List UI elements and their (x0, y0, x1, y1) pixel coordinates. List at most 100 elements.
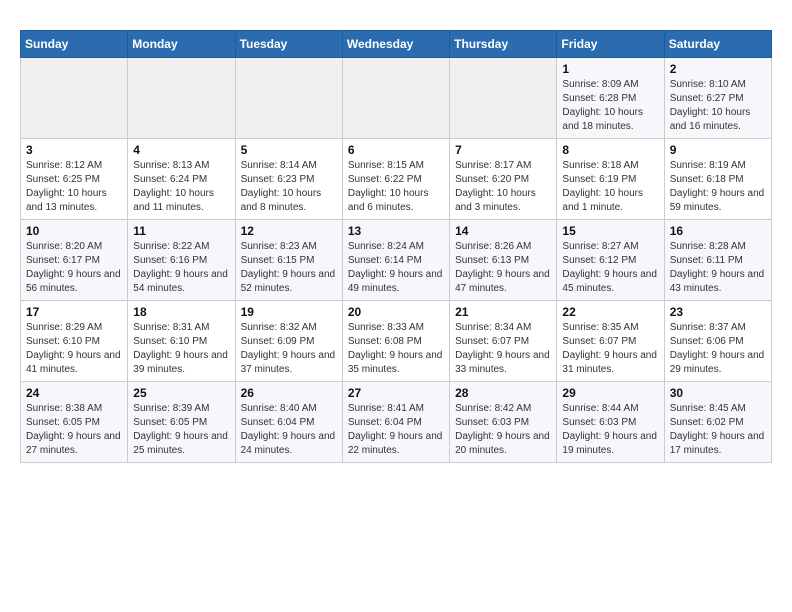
day-number: 8 (562, 143, 658, 157)
day-number: 15 (562, 224, 658, 238)
day-info: Sunrise: 8:42 AM Sunset: 6:03 PM Dayligh… (455, 402, 551, 458)
day-info: Sunrise: 8:19 AM Sunset: 6:18 PM Dayligh… (670, 159, 766, 215)
calendar-cell: 11 Sunrise: 8:22 AM Sunset: 6:16 PM Dayli… (128, 220, 235, 301)
calendar-cell: 7 Sunrise: 8:17 AM Sunset: 6:20 PM Daylig… (450, 139, 557, 220)
calendar-cell: 21 Sunrise: 8:34 AM Sunset: 6:07 PM Dayli… (450, 301, 557, 382)
day-number: 21 (455, 305, 551, 319)
day-info: Sunrise: 8:37 AM Sunset: 6:06 PM Dayligh… (670, 321, 766, 377)
day-info: Sunrise: 8:39 AM Sunset: 6:05 PM Dayligh… (133, 402, 229, 458)
day-number: 4 (133, 143, 229, 157)
day-number: 11 (133, 224, 229, 238)
calendar-cell: 16Sunrise: 8:28 AM Sunset: 6:11 PM Dayli… (664, 220, 771, 301)
weekday-header-saturday: Saturday (664, 31, 771, 58)
calendar-cell (128, 58, 235, 139)
calendar-cell: 18 Sunrise: 8:31 AM Sunset: 6:10 PM Dayli… (128, 301, 235, 382)
day-info: Sunrise: 8:23 AM Sunset: 6:15 PM Dayligh… (241, 240, 337, 296)
day-number: 18 (133, 305, 229, 319)
day-number: 27 (348, 386, 444, 400)
day-info: Sunrise: 8:31 AM Sunset: 6:10 PM Dayligh… (133, 321, 229, 377)
day-number: 25 (133, 386, 229, 400)
calendar-cell (21, 58, 128, 139)
calendar-table: SundayMondayTuesdayWednesdayThursdayFrid… (20, 30, 772, 463)
calendar-cell: 24 Sunrise: 8:38 AM Sunset: 6:05 PM Dayli… (21, 382, 128, 463)
calendar-cell: 5Sunrise: 8:14 AM Sunset: 6:23 PM Daylig… (235, 139, 342, 220)
day-number: 20 (348, 305, 444, 319)
day-number: 12 (241, 224, 337, 238)
calendar-cell: 2Sunrise: 8:10 AM Sunset: 6:27 PM Daylig… (664, 58, 771, 139)
day-info: Sunrise: 8:41 AM Sunset: 6:04 PM Dayligh… (348, 402, 444, 458)
week-row-4: 17 Sunrise: 8:29 AM Sunset: 6:10 PM Dayli… (21, 301, 772, 382)
calendar-cell (235, 58, 342, 139)
day-number: 24 (26, 386, 122, 400)
day-info: Sunrise: 8:09 AM Sunset: 6:28 PM Dayligh… (562, 78, 658, 134)
calendar-cell: 3 Sunrise: 8:12 AM Sunset: 6:25 PM Daylig… (21, 139, 128, 220)
weekday-header-thursday: Thursday (450, 31, 557, 58)
calendar-cell: 10 Sunrise: 8:20 AM Sunset: 6:17 PM Dayli… (21, 220, 128, 301)
calendar-cell: 1 Sunrise: 8:09 AM Sunset: 6:28 PM Daylig… (557, 58, 664, 139)
day-info: Sunrise: 8:38 AM Sunset: 6:05 PM Dayligh… (26, 402, 122, 458)
day-info: Sunrise: 8:20 AM Sunset: 6:17 PM Dayligh… (26, 240, 122, 296)
calendar-cell: 25 Sunrise: 8:39 AM Sunset: 6:05 PM Dayli… (128, 382, 235, 463)
calendar-cell: 8 Sunrise: 8:18 AM Sunset: 6:19 PM Daylig… (557, 139, 664, 220)
day-info: Sunrise: 8:18 AM Sunset: 6:19 PM Dayligh… (562, 159, 658, 215)
day-info: Sunrise: 8:14 AM Sunset: 6:23 PM Dayligh… (241, 159, 337, 215)
calendar-cell: 28 Sunrise: 8:42 AM Sunset: 6:03 PM Dayli… (450, 382, 557, 463)
weekday-header-wednesday: Wednesday (342, 31, 449, 58)
day-info: Sunrise: 8:29 AM Sunset: 6:10 PM Dayligh… (26, 321, 122, 377)
day-number: 28 (455, 386, 551, 400)
weekday-header-tuesday: Tuesday (235, 31, 342, 58)
day-info: Sunrise: 8:26 AM Sunset: 6:13 PM Dayligh… (455, 240, 551, 296)
day-number: 29 (562, 386, 658, 400)
week-row-2: 3 Sunrise: 8:12 AM Sunset: 6:25 PM Daylig… (21, 139, 772, 220)
day-info: Sunrise: 8:44 AM Sunset: 6:03 PM Dayligh… (562, 402, 658, 458)
calendar-cell: 15 Sunrise: 8:27 AM Sunset: 6:12 PM Dayli… (557, 220, 664, 301)
weekday-header-row: SundayMondayTuesdayWednesdayThursdayFrid… (21, 31, 772, 58)
day-info: Sunrise: 8:45 AM Sunset: 6:02 PM Dayligh… (670, 402, 766, 458)
calendar-cell: 22 Sunrise: 8:35 AM Sunset: 6:07 PM Dayli… (557, 301, 664, 382)
day-info: Sunrise: 8:27 AM Sunset: 6:12 PM Dayligh… (562, 240, 658, 296)
day-number: 26 (241, 386, 337, 400)
calendar-cell: 26 Sunrise: 8:40 AM Sunset: 6:04 PM Dayli… (235, 382, 342, 463)
calendar-cell: 4 Sunrise: 8:13 AM Sunset: 6:24 PM Daylig… (128, 139, 235, 220)
day-number: 3 (26, 143, 122, 157)
week-row-3: 10 Sunrise: 8:20 AM Sunset: 6:17 PM Dayli… (21, 220, 772, 301)
day-number: 10 (26, 224, 122, 238)
day-number: 23 (670, 305, 766, 319)
day-number: 30 (670, 386, 766, 400)
day-number: 6 (348, 143, 444, 157)
day-info: Sunrise: 8:32 AM Sunset: 6:09 PM Dayligh… (241, 321, 337, 377)
calendar-cell: 14 Sunrise: 8:26 AM Sunset: 6:13 PM Dayli… (450, 220, 557, 301)
day-info: Sunrise: 8:34 AM Sunset: 6:07 PM Dayligh… (455, 321, 551, 377)
day-number: 14 (455, 224, 551, 238)
day-number: 17 (26, 305, 122, 319)
day-info: Sunrise: 8:28 AM Sunset: 6:11 PM Dayligh… (670, 240, 766, 296)
day-info: Sunrise: 8:35 AM Sunset: 6:07 PM Dayligh… (562, 321, 658, 377)
calendar-cell: 6 Sunrise: 8:15 AM Sunset: 6:22 PM Daylig… (342, 139, 449, 220)
calendar-cell: 30 Sunrise: 8:45 AM Sunset: 6:02 PM Dayli… (664, 382, 771, 463)
calendar-cell (342, 58, 449, 139)
calendar-cell: 20 Sunrise: 8:33 AM Sunset: 6:08 PM Dayli… (342, 301, 449, 382)
calendar-cell: 9Sunrise: 8:19 AM Sunset: 6:18 PM Daylig… (664, 139, 771, 220)
day-info: Sunrise: 8:40 AM Sunset: 6:04 PM Dayligh… (241, 402, 337, 458)
calendar-cell: 23 Sunrise: 8:37 AM Sunset: 6:06 PM Dayli… (664, 301, 771, 382)
day-number: 1 (562, 62, 658, 76)
day-info: Sunrise: 8:22 AM Sunset: 6:16 PM Dayligh… (133, 240, 229, 296)
week-row-5: 24 Sunrise: 8:38 AM Sunset: 6:05 PM Dayli… (21, 382, 772, 463)
day-info: Sunrise: 8:17 AM Sunset: 6:20 PM Dayligh… (455, 159, 551, 215)
day-number: 7 (455, 143, 551, 157)
day-info: Sunrise: 8:15 AM Sunset: 6:22 PM Dayligh… (348, 159, 444, 215)
calendar-cell: 29 Sunrise: 8:44 AM Sunset: 6:03 PM Dayli… (557, 382, 664, 463)
calendar-cell: 13 Sunrise: 8:24 AM Sunset: 6:14 PM Dayli… (342, 220, 449, 301)
calendar-cell: 17 Sunrise: 8:29 AM Sunset: 6:10 PM Dayli… (21, 301, 128, 382)
day-number: 22 (562, 305, 658, 319)
day-info: Sunrise: 8:33 AM Sunset: 6:08 PM Dayligh… (348, 321, 444, 377)
weekday-header-friday: Friday (557, 31, 664, 58)
day-number: 19 (241, 305, 337, 319)
day-number: 2 (670, 62, 766, 76)
day-info: Sunrise: 8:12 AM Sunset: 6:25 PM Dayligh… (26, 159, 122, 215)
day-info: Sunrise: 8:24 AM Sunset: 6:14 PM Dayligh… (348, 240, 444, 296)
weekday-header-sunday: Sunday (21, 31, 128, 58)
day-info: Sunrise: 8:13 AM Sunset: 6:24 PM Dayligh… (133, 159, 229, 215)
week-row-1: 1 Sunrise: 8:09 AM Sunset: 6:28 PM Daylig… (21, 58, 772, 139)
day-number: 13 (348, 224, 444, 238)
